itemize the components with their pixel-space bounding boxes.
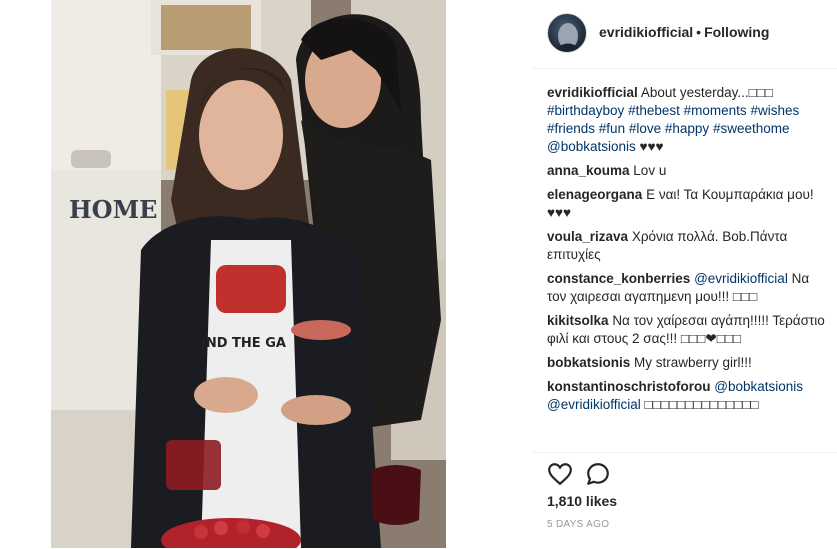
heart-icon[interactable]: [547, 461, 573, 487]
avatar-image: [554, 23, 582, 52]
comment-item: anna_kouma Lov u: [547, 162, 827, 180]
comment-text: About yesterday...□□□: [640, 85, 774, 100]
comment-tag-link[interactable]: @evridikiofficial: [547, 397, 641, 412]
home-sign-text: HOME: [69, 195, 157, 224]
header-username[interactable]: evridikiofficial: [599, 24, 693, 40]
comment-tag-link[interactable]: #love: [629, 121, 661, 136]
post-photo[interactable]: HOME IND THE GA: [51, 0, 446, 548]
post-timestamp[interactable]: 5 DAYS AGO: [547, 519, 609, 530]
avatar[interactable]: [547, 13, 587, 53]
comment-tag-link[interactable]: #thebest: [628, 103, 680, 118]
comment-username[interactable]: voula_rizava: [547, 229, 628, 244]
comment-username[interactable]: evridikiofficial: [547, 85, 638, 100]
comment-tag-link[interactable]: #wishes: [750, 103, 799, 118]
comment-text: □□□□□□□□□□□□□□: [640, 397, 759, 412]
comment-text: Lov u: [633, 163, 667, 178]
comment-item: constance_konberries @evridikiofficial Ν…: [547, 270, 827, 306]
shirt-text: IND THE GA: [201, 336, 286, 351]
comment-text: ♥♥♥: [635, 139, 664, 154]
likes-count[interactable]: 1,810 likes: [547, 493, 617, 509]
comments-list: evridikiofficial About yesterday...□□□ #…: [547, 84, 827, 420]
comment-tag-link[interactable]: #happy: [665, 121, 709, 136]
comment-tag-link[interactable]: @bobkatsionis: [714, 379, 803, 394]
comment-username[interactable]: constance_konberries: [547, 271, 690, 286]
comment-username[interactable]: bobkatsionis: [547, 355, 630, 370]
actions-section: 1,810 likes 5 DAYS AGO: [533, 452, 837, 549]
comment-text: My strawberry girl!!!: [634, 355, 752, 370]
post-panel: evridikiofficial • Following evridikioffic…: [533, 0, 837, 548]
comment-username[interactable]: konstantinoschristoforou: [547, 379, 711, 394]
comment-bubble-icon[interactable]: [585, 461, 611, 487]
comment-item: evridikiofficial About yesterday...□□□ #…: [547, 84, 827, 156]
follow-status-button[interactable]: Following: [704, 24, 769, 40]
comment-tag-link[interactable]: #moments: [684, 103, 747, 118]
comment-tag-link[interactable]: #birthdayboy: [547, 103, 624, 118]
comment-tag-link[interactable]: #fun: [599, 121, 625, 136]
comment-item: konstantinoschristoforou @bobkatsionis @…: [547, 378, 827, 414]
comment-tag-link[interactable]: #friends: [547, 121, 595, 136]
header-line: evridikiofficial • Following: [599, 24, 769, 40]
comment-item: voula_rizava Χρόνια πολλά. Bob.Πάντα επι…: [547, 228, 827, 264]
comment-username[interactable]: elenageorgana: [547, 187, 642, 202]
comment-username[interactable]: kikitsolka: [547, 313, 609, 328]
comment-tag-link[interactable]: #sweethome: [713, 121, 790, 136]
post-header: evridikiofficial • Following: [533, 0, 837, 69]
comment-item: bobkatsionis My strawberry girl!!!: [547, 354, 827, 372]
header-separator: •: [696, 24, 702, 40]
comment-item: kikitsolka Να τον χαίρεσαι αγάπη!!!!! Τε…: [547, 312, 827, 348]
comment-item: elenageorgana Ε ναι! Τα Κουμπαράκια μου!…: [547, 186, 827, 222]
comment-tag-link[interactable]: @evridikiofficial: [694, 271, 788, 286]
comment-username[interactable]: anna_kouma: [547, 163, 630, 178]
comment-tag-link[interactable]: @bobkatsionis: [547, 139, 636, 154]
post-photo-illustration: HOME IND THE GA: [51, 0, 446, 548]
